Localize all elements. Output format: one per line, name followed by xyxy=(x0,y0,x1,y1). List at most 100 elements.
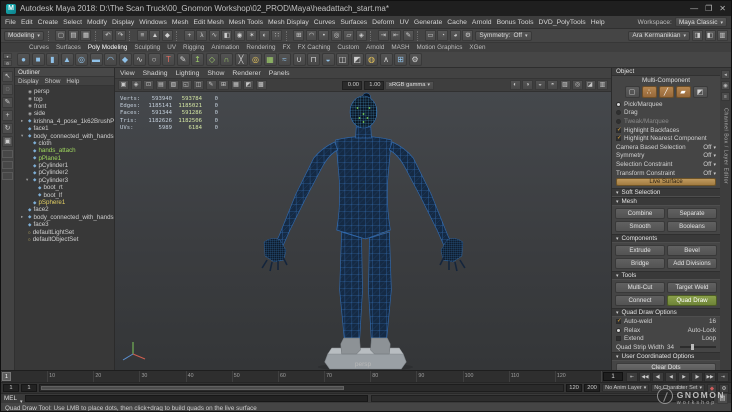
bookmark-icon[interactable]: ▤ xyxy=(155,80,167,90)
connect-button[interactable]: Connect xyxy=(615,295,665,307)
outliner-menu-show[interactable]: Show xyxy=(45,78,61,85)
bridge-button[interactable]: Bridge xyxy=(615,258,665,270)
shelf-combine-icon[interactable]: ∪ xyxy=(292,53,306,66)
smooth-button[interactable]: Smooth xyxy=(615,221,665,233)
timeline-tick[interactable]: 70 xyxy=(324,371,370,382)
shelf-crease-icon[interactable]: ∧ xyxy=(379,53,393,66)
collapse-panel-icon[interactable]: ◂ xyxy=(721,70,730,79)
outliner-item[interactable]: ◉ persp xyxy=(15,88,114,95)
rotate-tool-icon[interactable]: ↻ xyxy=(2,123,13,134)
shelf-torus-icon[interactable]: ◎ xyxy=(75,53,88,66)
outliner-item[interactable]: ◆ boot_lf xyxy=(15,191,114,199)
exposure-field[interactable]: 0.00 xyxy=(342,80,363,90)
scale-tool-icon[interactable]: ▣ xyxy=(2,136,13,147)
checkbox-icon[interactable] xyxy=(616,336,621,342)
shelf-platonic-icon[interactable]: ◆ xyxy=(118,53,132,66)
mask-handles-icon[interactable]: + xyxy=(183,30,195,41)
shelf-bridge-icon[interactable]: ∩ xyxy=(220,53,233,66)
two-d-pan-zoom-icon[interactable]: ◱ xyxy=(180,80,192,90)
open-scene-icon[interactable]: ▤ xyxy=(67,30,79,41)
two-pane-layout-button[interactable] xyxy=(2,161,13,169)
view-transform-menu[interactable]: sRGB gamma xyxy=(385,80,434,90)
shelf-tab-arnold[interactable]: Arnold xyxy=(366,44,384,51)
shelf-type-icon[interactable]: T xyxy=(162,53,175,66)
maximize-button[interactable]: ❐ xyxy=(705,4,712,13)
shelf-tab-xgen[interactable]: XGen xyxy=(469,44,485,51)
toolkit-object-tab[interactable]: Object xyxy=(616,68,634,75)
outliner-menu-help[interactable]: Help xyxy=(66,78,79,85)
shelf-gear-icon[interactable]: ⚙ xyxy=(3,60,12,66)
viewport-menu-show[interactable]: Show xyxy=(207,70,224,77)
play-backward-button[interactable]: ◀ xyxy=(665,371,677,382)
outliner-item[interactable]: ◆ pPlane1 xyxy=(15,155,114,162)
image-plane-icon[interactable]: ▧ xyxy=(168,80,179,90)
select-object-icon[interactable]: ▲ xyxy=(149,30,161,41)
viewport-menu-panels[interactable]: Panels xyxy=(269,70,290,77)
outliner-item[interactable]: ○ defaultLightSet xyxy=(15,228,114,236)
menu-deform[interactable]: Deform xyxy=(372,19,394,26)
select-camera-icon[interactable]: ▣ xyxy=(118,80,129,90)
shelf-mirror-icon[interactable]: ◫ xyxy=(336,53,349,66)
outliner-item[interactable]: ◆ pSphere1 xyxy=(15,199,114,206)
snap-projected-center-icon[interactable]: ◎ xyxy=(330,30,342,41)
go-to-end-button[interactable]: ⇥ xyxy=(717,371,729,382)
pin-panel-icon[interactable]: ◉ xyxy=(721,81,730,90)
add-divisions-button[interactable]: Add Divisions xyxy=(667,258,717,270)
viewport-menu-lighting[interactable]: Lighting xyxy=(176,70,200,77)
timeline-tick[interactable]: 30 xyxy=(139,371,185,382)
anim-layer-menu[interactable]: No Anim Layer xyxy=(602,384,650,392)
vertex-mode-icon[interactable]: ∴ xyxy=(641,86,657,98)
combine-button[interactable]: Combine xyxy=(615,208,665,220)
range-slider-handle[interactable] xyxy=(41,386,345,390)
shelf-sphere-icon[interactable]: ● xyxy=(17,53,30,66)
menu-arnold[interactable]: Arnold xyxy=(472,19,492,26)
section-tools[interactable]: Tools xyxy=(612,271,720,281)
mask-surfaces-icon[interactable]: ◧ xyxy=(221,30,233,41)
shelf-tab-surfaces[interactable]: Surfaces xyxy=(56,44,81,51)
menu-windows[interactable]: Windows xyxy=(139,19,167,26)
isolate-select-icon[interactable]: ◪ xyxy=(584,80,596,90)
toolkit-check-highlight-nearest-component[interactable]: Highlight Nearest Component xyxy=(612,134,720,143)
close-button[interactable]: ✕ xyxy=(719,4,726,13)
shelf-cylinder-icon[interactable]: ▮ xyxy=(46,53,59,66)
mask-rendering-icon[interactable]: ◐ xyxy=(258,30,270,41)
shelf-tab-poly-modeling[interactable]: Poly Modeling xyxy=(88,44,128,51)
snap-grid-icon[interactable]: ⊞ xyxy=(293,30,305,41)
viewport-canvas[interactable]: Verts: 593940 593784 0 Edges: 1185141 1185021 0… xyxy=(115,92,611,370)
shelf-tab-fx[interactable]: FX xyxy=(282,44,290,51)
lock-camera-icon[interactable]: ◈ xyxy=(130,80,142,90)
current-frame-field[interactable]: 1 xyxy=(603,372,623,381)
radio-icon[interactable] xyxy=(616,327,621,333)
menu-create[interactable]: Create xyxy=(38,19,58,26)
shelf-curve-icon[interactable]: ∿ xyxy=(133,53,146,66)
render-settings-icon[interactable]: ⚙ xyxy=(462,30,474,41)
animation-end-field[interactable]: 200 xyxy=(584,384,601,392)
bevel-button[interactable]: Bevel xyxy=(667,245,717,257)
shelf-tab-mash[interactable]: MASH xyxy=(391,44,409,51)
toolkit-radio-tweak-marquee[interactable]: Tweak/Marquee xyxy=(612,117,720,126)
gamma-field[interactable]: 1.00 xyxy=(363,80,384,90)
outliner-item[interactable]: ▾ ◆ body_connected_with_hands xyxy=(15,132,114,140)
redo-icon[interactable]: ↷ xyxy=(114,30,126,41)
shelf-circle-curve-icon[interactable]: ○ xyxy=(147,53,161,66)
shelf-multicut-icon[interactable]: ╳ xyxy=(234,53,248,66)
uv-mode-icon[interactable]: ◩ xyxy=(692,86,708,98)
select-tool-icon[interactable]: ↖ xyxy=(2,71,13,82)
quad-draw-button[interactable]: Quad Draw xyxy=(667,295,717,307)
shelf-bevel-icon[interactable]: ◇ xyxy=(205,53,219,66)
toolkit-select-selection-constraint[interactable]: Selection Constraint Off xyxy=(612,160,720,169)
outliner-menu-display[interactable]: Display xyxy=(18,78,39,85)
timeline-tick[interactable]: 40 xyxy=(185,371,232,382)
outliner-item[interactable]: ◉ side xyxy=(15,110,114,117)
ipr-render-icon[interactable]: ◕ xyxy=(449,30,461,41)
mask-deformers-icon[interactable]: ◉ xyxy=(233,30,245,41)
outliner-item[interactable]: ◆ cloth xyxy=(15,140,114,147)
lasso-tool-icon[interactable]: ◌ xyxy=(2,84,13,95)
shelf-pencil-icon[interactable]: ✎ xyxy=(176,53,190,66)
render-current-frame-icon[interactable]: ◔ xyxy=(437,30,449,41)
mask-curves-icon[interactable]: ∿ xyxy=(208,30,220,41)
single-pane-layout-button[interactable] xyxy=(2,150,13,158)
xray-icon[interactable]: ▥ xyxy=(597,80,609,90)
range-slider[interactable] xyxy=(39,384,565,392)
menu-file[interactable]: File xyxy=(5,19,16,26)
